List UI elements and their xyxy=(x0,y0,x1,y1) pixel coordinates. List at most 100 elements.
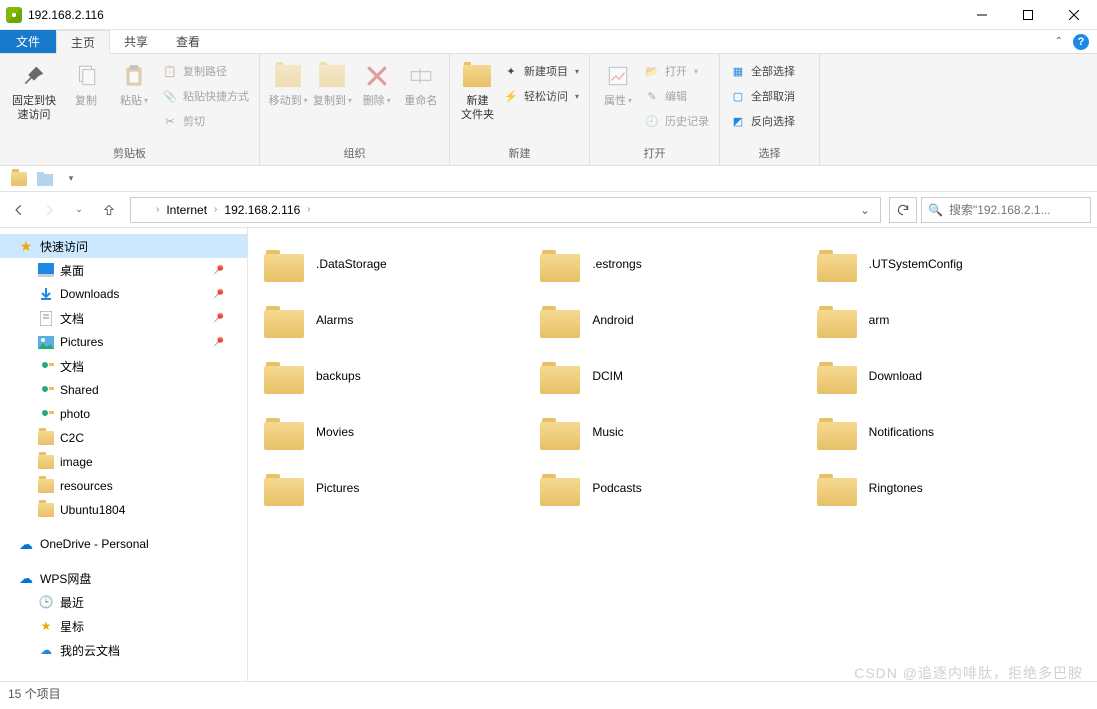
sidebar-item[interactable]: Downloads📍 xyxy=(0,282,247,306)
select-none-button[interactable]: ▢全部取消 xyxy=(730,85,795,107)
up-button[interactable] xyxy=(96,197,122,223)
address-dropdown-icon[interactable]: ⌄ xyxy=(854,203,876,217)
sidebar-item[interactable]: Pictures📍 xyxy=(0,330,247,354)
qat-dropdown-icon[interactable]: ▾ xyxy=(60,168,82,190)
sidebar-item[interactable]: resources xyxy=(0,474,247,498)
properties-button[interactable]: 属性▾ xyxy=(596,58,640,124)
copy-path-button[interactable]: 📋复制路径 xyxy=(162,60,249,82)
sidebar-item[interactable]: 桌面📍 xyxy=(0,258,247,282)
folder-item[interactable]: Music xyxy=(534,410,810,454)
sidebar-item-label: Ubuntu1804 xyxy=(60,503,125,517)
address-bar[interactable]: › Internet › 192.168.2.116 › ⌄ xyxy=(130,197,881,223)
select-all-button[interactable]: ▦全部选择 xyxy=(730,60,795,82)
minimize-button[interactable] xyxy=(959,0,1005,30)
rename-button[interactable]: 重命名 xyxy=(399,58,443,124)
folder-item[interactable]: .estrongs xyxy=(534,242,810,286)
chevron-right-icon[interactable]: › xyxy=(153,204,162,215)
folder-item[interactable]: backups xyxy=(258,354,534,398)
copy-button[interactable]: 复制 xyxy=(62,58,110,124)
chevron-right-icon[interactable]: › xyxy=(211,204,220,215)
breadcrumb-current[interactable]: 192.168.2.116 xyxy=(220,203,304,217)
folder-item[interactable]: Podcasts xyxy=(534,466,810,510)
folder-item[interactable]: .UTSystemConfig xyxy=(811,242,1087,286)
folder-item[interactable]: Notifications xyxy=(811,410,1087,454)
content-pane[interactable]: .DataStorage.estrongs.UTSystemConfig Alar… xyxy=(248,228,1097,681)
new-item-button[interactable]: ✦新建项目▾ xyxy=(503,60,579,82)
delete-button[interactable]: 删除▾ xyxy=(355,58,399,124)
move-to-button[interactable]: 移动到▾ xyxy=(266,58,310,124)
folder-item[interactable]: Alarms xyxy=(258,298,534,342)
chevron-right-icon[interactable]: › xyxy=(304,204,313,215)
invert-selection-button[interactable]: ◩反向选择 xyxy=(730,110,795,132)
cut-button[interactable]: ✂剪切 xyxy=(162,110,249,132)
cloud-icon: ☁ xyxy=(18,570,34,586)
close-button[interactable] xyxy=(1051,0,1097,30)
folder-item[interactable]: Android xyxy=(534,298,810,342)
back-button[interactable] xyxy=(6,197,32,223)
easy-access-button[interactable]: ⚡轻松访问▾ xyxy=(503,85,579,107)
sidebar-wps[interactable]: ☁WPS网盘 xyxy=(0,566,247,590)
window-title: 192.168.2.116 xyxy=(28,8,959,22)
sidebar-item[interactable]: 文档📍 xyxy=(0,306,247,330)
paste-shortcut-button[interactable]: 📎粘贴快捷方式 xyxy=(162,85,249,107)
refresh-button[interactable] xyxy=(889,197,917,223)
file-tab[interactable]: 文件 xyxy=(0,30,56,53)
folder-item[interactable]: DCIM xyxy=(534,354,810,398)
folder-item[interactable]: Ringtones xyxy=(811,466,1087,510)
sidebar-quick-access[interactable]: ★快速访问 xyxy=(0,234,247,258)
folder-icon xyxy=(264,302,304,338)
pin-icon: 📍 xyxy=(209,309,228,328)
search-box[interactable]: 🔍 xyxy=(921,197,1091,223)
select-group-label: 选择 xyxy=(720,143,819,165)
app-icon xyxy=(6,7,22,23)
sidebar-item[interactable]: ★星标 xyxy=(0,614,247,638)
folder-item[interactable]: arm xyxy=(811,298,1087,342)
select-none-icon: ▢ xyxy=(730,88,746,104)
recent-dropdown[interactable]: ⌄ xyxy=(66,197,92,223)
ribbon: 固定到快 速访问 复制 粘贴▾ 📋复制路径 📎粘贴快捷方式 ✂剪切 剪贴板 移动… xyxy=(0,54,1097,166)
folder-item[interactable]: Download xyxy=(811,354,1087,398)
sidebar-item[interactable]: 🕒最近 xyxy=(0,590,247,614)
sidebar-item[interactable]: photo xyxy=(0,402,247,426)
pin-quick-access-button[interactable]: 固定到快 速访问 xyxy=(6,58,62,124)
search-input[interactable] xyxy=(949,203,1097,217)
folder-item[interactable]: .DataStorage xyxy=(258,242,534,286)
sidebar-item[interactable]: 文档 xyxy=(0,354,247,378)
qat-explorer-icon[interactable] xyxy=(34,168,56,190)
sidebar-item[interactable]: Ubuntu1804 xyxy=(0,498,247,522)
maximize-button[interactable] xyxy=(1005,0,1051,30)
sidebar-onedrive[interactable]: ☁OneDrive - Personal xyxy=(0,532,247,556)
folder-label: Podcasts xyxy=(592,481,641,495)
folder-icon xyxy=(264,358,304,394)
copy-to-button[interactable]: 复制到▾ xyxy=(310,58,354,124)
folder-sync-icon xyxy=(38,358,54,374)
edit-button[interactable]: ✎编辑 xyxy=(644,85,709,107)
home-tab[interactable]: 主页 xyxy=(56,30,110,54)
forward-button[interactable] xyxy=(36,197,62,223)
history-button[interactable]: 🕘历史记录 xyxy=(644,110,709,132)
view-tab[interactable]: 查看 xyxy=(162,30,214,53)
copy-icon xyxy=(70,60,102,92)
delete-icon xyxy=(361,60,393,92)
help-icon[interactable]: ? xyxy=(1073,34,1089,50)
open-button[interactable]: 📂打开▾ xyxy=(644,60,709,82)
paste-button[interactable]: 粘贴▾ xyxy=(110,58,158,124)
qat-folder-icon[interactable] xyxy=(8,168,30,190)
sidebar-item[interactable]: ☁我的云文档 xyxy=(0,638,247,662)
sidebar[interactable]: ★快速访问桌面📍Downloads📍文档📍Pictures📍文档 Shared ph… xyxy=(0,228,248,681)
sidebar-item-label: Shared xyxy=(60,383,99,397)
new-folder-button[interactable]: 新建 文件夹 xyxy=(456,58,499,124)
move-to-icon xyxy=(272,60,304,92)
folder-item[interactable]: Movies xyxy=(258,410,534,454)
share-tab[interactable]: 共享 xyxy=(110,30,162,53)
copy-path-icon: 📋 xyxy=(162,63,178,79)
new-item-icon: ✦ xyxy=(503,63,519,79)
ribbon-collapse-icon[interactable]: ⌃ xyxy=(1055,36,1063,47)
sidebar-item[interactable]: image xyxy=(0,450,247,474)
star-icon: ★ xyxy=(18,238,34,254)
breadcrumb-root[interactable]: Internet xyxy=(162,203,211,217)
sidebar-item[interactable]: C2C xyxy=(0,426,247,450)
cloud-doc-icon: ☁ xyxy=(38,642,54,658)
sidebar-item[interactable]: Shared xyxy=(0,378,247,402)
folder-item[interactable]: Pictures xyxy=(258,466,534,510)
